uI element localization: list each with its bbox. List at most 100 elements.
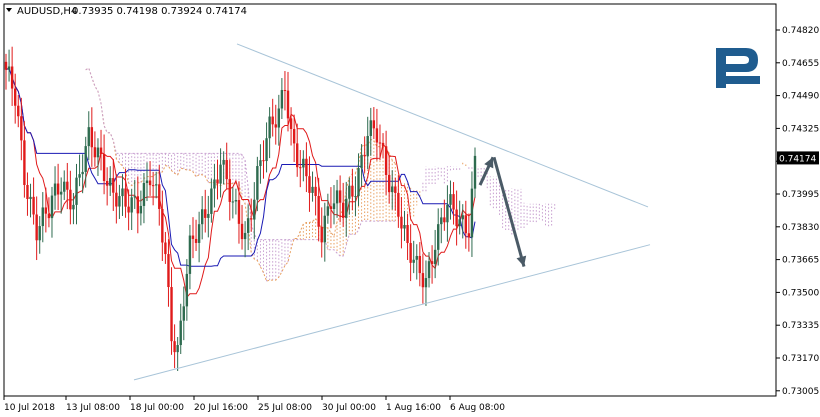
price-chart[interactable]: 0.748200.746550.744900.743250.741600.739… xyxy=(0,0,820,417)
candle-body xyxy=(351,185,354,197)
candle-body xyxy=(289,118,293,129)
candle-body xyxy=(464,215,468,234)
y-tick-label: 0.74490 xyxy=(782,92,819,102)
candle-body xyxy=(268,116,271,139)
x-tick-label: 6 Aug 08:00 xyxy=(450,403,505,413)
candle-body xyxy=(200,209,204,225)
candle-body xyxy=(17,105,20,117)
candle-body xyxy=(341,202,345,218)
candle-body xyxy=(292,128,296,144)
candle-body xyxy=(308,176,311,193)
candle-body xyxy=(222,159,225,165)
candle-body xyxy=(173,341,176,353)
candle-body xyxy=(345,198,348,218)
candle-body xyxy=(78,174,81,178)
candle-body xyxy=(179,320,182,346)
candle-body xyxy=(81,171,84,175)
candle-body xyxy=(170,287,173,342)
x-tick-label: 30 Jul 00:00 xyxy=(322,403,376,413)
candle-body xyxy=(7,66,11,70)
candle-body xyxy=(243,232,247,240)
x-tick-label: 13 Jul 08:00 xyxy=(66,403,120,413)
broker-logo-icon xyxy=(716,48,760,88)
candle-body xyxy=(299,167,302,169)
candle-body xyxy=(317,195,320,227)
candle-body xyxy=(394,186,397,193)
y-tick-label: 0.74655 xyxy=(782,59,819,69)
candle-body xyxy=(470,188,474,238)
candle-body xyxy=(332,203,336,210)
candle-body xyxy=(72,204,75,210)
x-tick-label: 20 Jul 16:00 xyxy=(194,403,248,413)
y-tick-label: 0.73830 xyxy=(782,223,819,233)
candle-body xyxy=(155,184,158,186)
candle-body xyxy=(409,243,412,263)
candle-body xyxy=(145,180,149,184)
candle-body xyxy=(41,207,44,227)
candle-body xyxy=(142,183,146,206)
candle-body xyxy=(182,306,185,321)
candle-body xyxy=(458,219,461,227)
candle-body xyxy=(121,188,124,197)
candle-body xyxy=(467,233,471,238)
candle-body xyxy=(430,261,434,265)
candle-body xyxy=(20,116,23,141)
candle-body xyxy=(384,146,388,176)
candle-body xyxy=(191,235,195,239)
candle-body xyxy=(360,154,363,169)
candle-body xyxy=(296,143,299,168)
candle-body xyxy=(449,194,452,205)
candle-body xyxy=(23,140,26,185)
candle-body xyxy=(305,158,308,177)
candle-body xyxy=(87,127,90,147)
candle-body xyxy=(96,147,100,158)
x-tick-label: 18 Jul 00:00 xyxy=(130,403,184,413)
current-price-label: 0.74174 xyxy=(779,154,816,164)
ohlc-values: 0.73935 0.74198 0.73924 0.74174 xyxy=(72,6,247,17)
candle-body xyxy=(397,192,400,217)
candle-body xyxy=(35,214,38,241)
candle-body xyxy=(105,180,109,186)
candle-body xyxy=(320,226,323,243)
candle-body xyxy=(381,142,385,147)
candle-body xyxy=(219,164,222,184)
candle-body xyxy=(387,175,391,193)
candle-body xyxy=(418,255,422,274)
candle-body xyxy=(139,205,143,214)
candle-body xyxy=(197,224,201,243)
candle-body xyxy=(115,192,118,207)
candle-body xyxy=(38,226,41,241)
candle-body xyxy=(207,213,210,218)
x-tick-label: 25 Jul 08:00 xyxy=(258,403,312,413)
candle-body xyxy=(29,196,32,199)
candle-body xyxy=(225,159,228,180)
candle-body xyxy=(452,194,455,210)
candle-body xyxy=(378,142,382,144)
candle-body xyxy=(53,183,57,196)
candle-body xyxy=(369,120,372,136)
candle-body xyxy=(406,225,409,244)
candle-body xyxy=(109,178,112,186)
candle-body xyxy=(283,90,287,92)
candle-body xyxy=(151,185,155,187)
candle-body xyxy=(437,224,440,250)
candle-body xyxy=(102,154,106,181)
candle-body xyxy=(44,207,48,214)
candle-body xyxy=(274,124,277,128)
candle-body xyxy=(99,147,103,155)
candle-body xyxy=(127,206,130,213)
candle-body xyxy=(391,186,394,193)
candle-body xyxy=(271,116,274,125)
candle-body xyxy=(256,166,259,200)
candle-body xyxy=(228,179,231,202)
candle-body xyxy=(265,138,268,162)
candle-body xyxy=(314,186,317,196)
candle-body xyxy=(461,215,464,220)
y-tick-label: 0.73665 xyxy=(782,256,819,266)
candle-body xyxy=(234,200,238,202)
candle-body xyxy=(375,128,379,143)
candle-body xyxy=(354,196,357,198)
candle-body xyxy=(424,278,428,288)
candle-body xyxy=(446,204,449,223)
candle-body xyxy=(400,216,403,229)
